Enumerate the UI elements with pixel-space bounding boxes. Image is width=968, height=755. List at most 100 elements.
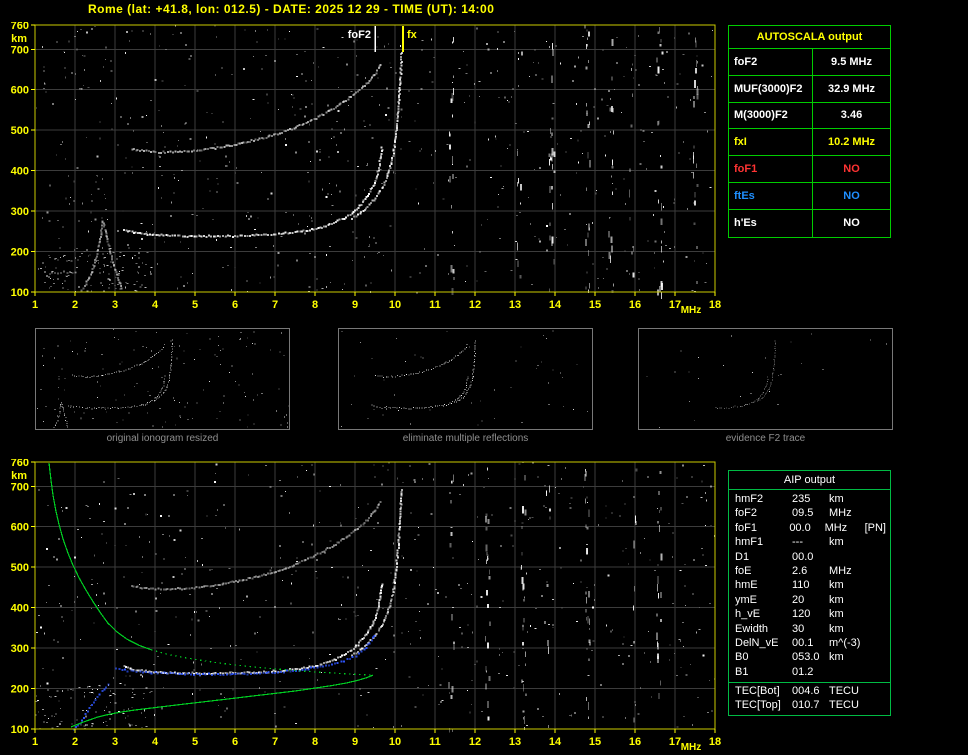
parameter-value: 32.9 MHz bbox=[827, 82, 876, 95]
parameter-label: fxI bbox=[729, 129, 813, 156]
aip-row: foF1 00.0 MHz [PN] bbox=[729, 521, 890, 535]
svg-text:12: 12 bbox=[469, 299, 481, 311]
svg-text:9: 9 bbox=[352, 299, 358, 311]
aip-parameter-label: B0 bbox=[735, 651, 749, 664]
autoscala-row: ftEs NO bbox=[729, 182, 890, 210]
svg-text:MHz: MHz bbox=[681, 742, 702, 753]
svg-text:300: 300 bbox=[11, 206, 29, 218]
svg-text:1: 1 bbox=[32, 736, 38, 748]
parameter-label: h'Es bbox=[729, 209, 813, 237]
parameter-label: foF2 bbox=[729, 49, 813, 75]
svg-text:18: 18 bbox=[709, 736, 721, 748]
svg-text:5: 5 bbox=[192, 299, 198, 311]
svg-text:3: 3 bbox=[112, 299, 118, 311]
parameter-label: foF1 bbox=[729, 156, 813, 182]
trace-series-5 bbox=[48, 462, 152, 651]
aip-parameter-extra bbox=[871, 698, 890, 712]
svg-text:200: 200 bbox=[11, 684, 29, 696]
aip-parameter-label: B1 bbox=[735, 665, 749, 678]
autoscala-row: fxI 10.2 MHz bbox=[729, 129, 890, 157]
aip-row: hmE 110 km bbox=[729, 578, 890, 592]
thumbnail-eliminate-canvas bbox=[341, 330, 589, 427]
thumbnail-caption-eliminate: eliminate multiple reflections bbox=[402, 433, 529, 444]
aip-row: hmF1 --- km bbox=[729, 535, 890, 549]
aip-parameter-label: hmF1 bbox=[735, 536, 764, 549]
aip-parameter-unit bbox=[829, 665, 871, 679]
trace-series-7 bbox=[70, 674, 374, 728]
aip-parameter-unit: km bbox=[829, 622, 844, 635]
autoscala-row: M(3000)F2 3.46 bbox=[729, 102, 890, 130]
autoscala-rows: foF2 9.5 MHz MUF(3000)F2 32.9 MHz M(3000)F2 3… bbox=[729, 49, 890, 237]
svg-text:10: 10 bbox=[389, 299, 401, 311]
aip-parameter-value: 120 bbox=[792, 608, 811, 621]
svg-text:8: 8 bbox=[312, 736, 318, 748]
svg-text:foF2: foF2 bbox=[348, 29, 371, 41]
svg-text:8: 8 bbox=[312, 299, 318, 311]
svg-text:700: 700 bbox=[11, 481, 29, 493]
aip-output-panel: AIP output hmF2 235 km foF2 09.5 MHz foF1 00.0 M… bbox=[728, 470, 891, 716]
svg-text:100: 100 bbox=[11, 724, 29, 736]
aip-parameter-extra bbox=[871, 593, 890, 607]
thumbnail-caption-original: original ionogram resized bbox=[106, 433, 219, 444]
parameter-value: 3.46 bbox=[840, 109, 863, 122]
svg-text:3: 3 bbox=[112, 736, 118, 748]
aip-parameter-unit: km bbox=[829, 536, 844, 549]
aip-parameter-value: 2.6 bbox=[792, 564, 808, 577]
aip-parameter-value: 010.7 bbox=[792, 699, 820, 712]
aip-parameter-extra bbox=[871, 650, 890, 664]
aip-parameter-label: hmE bbox=[735, 579, 758, 592]
aip-parameter-extra bbox=[871, 492, 890, 506]
parameter-value: NO bbox=[843, 163, 860, 176]
svg-text:11: 11 bbox=[429, 299, 441, 311]
aip-parameter-label: Ewidth bbox=[735, 622, 769, 635]
aip-row: foF2 09.5 MHz bbox=[729, 506, 890, 520]
trace-series-4 bbox=[51, 270, 77, 275]
aip-parameter-value: 00.1 bbox=[792, 636, 814, 649]
svg-text:2: 2 bbox=[72, 736, 78, 748]
aip-parameter-extra bbox=[871, 665, 890, 679]
svg-text:11: 11 bbox=[429, 736, 441, 748]
svg-text:13: 13 bbox=[509, 736, 521, 748]
aip-parameter-unit: km bbox=[829, 493, 844, 505]
trace-series-3 bbox=[80, 220, 123, 292]
aip-parameter-extra bbox=[871, 506, 890, 520]
svg-text:200: 200 bbox=[11, 247, 29, 259]
svg-text:km: km bbox=[11, 33, 27, 45]
aip-row: TEC[Bot] 004.6 TECU bbox=[729, 684, 890, 698]
parameter-value: 9.5 MHz bbox=[831, 55, 872, 68]
parameter-value: 10.2 MHz bbox=[827, 136, 876, 149]
trace-series-3 bbox=[115, 635, 376, 677]
aip-parameter-label: DelN_vE bbox=[735, 636, 779, 649]
svg-text:2: 2 bbox=[72, 299, 78, 311]
aip-row: TEC[Top] 010.7 TECU bbox=[729, 698, 890, 712]
aip-parameter-extra bbox=[871, 622, 890, 636]
background-noise bbox=[35, 25, 713, 299]
parameter-label: MUF(3000)F2 bbox=[729, 75, 813, 102]
svg-text:7: 7 bbox=[272, 299, 278, 311]
grid-lines bbox=[35, 25, 715, 292]
aip-parameter-extra bbox=[871, 535, 890, 549]
trace-series-2 bbox=[131, 500, 382, 591]
aip-row: B0 053.0 km bbox=[729, 650, 890, 664]
grid-lines bbox=[35, 462, 715, 729]
thumbnail-eliminate-reflections bbox=[338, 328, 593, 430]
aip-parameter-extra bbox=[871, 564, 890, 578]
aip-parameter-unit: TECU bbox=[829, 685, 859, 698]
thumbnail-evidence-f2 bbox=[638, 328, 893, 430]
parameter-label: ftEs bbox=[729, 182, 813, 209]
aip-parameter-value: --- bbox=[792, 536, 803, 549]
trace-series-0 bbox=[123, 146, 384, 238]
aip-row: foE 2.6 MHz bbox=[729, 564, 890, 578]
aip-parameter-value: 01.2 bbox=[792, 665, 814, 678]
aip-parameter-value: 235 bbox=[792, 493, 811, 505]
svg-text:600: 600 bbox=[11, 522, 29, 534]
svg-text:400: 400 bbox=[11, 603, 29, 615]
svg-text:18: 18 bbox=[709, 299, 721, 311]
aip-parameter-label: TEC[Bot] bbox=[735, 685, 780, 698]
svg-text:6: 6 bbox=[232, 736, 238, 748]
aip-parameter-value: 053.0 bbox=[792, 651, 820, 664]
aip-parameter-label: h_vE bbox=[735, 608, 761, 621]
autoscala-row: h'Es NO bbox=[729, 209, 890, 237]
aip-parameter-unit: MHz bbox=[824, 521, 848, 534]
aip-parameter-label: TEC[Top] bbox=[735, 699, 781, 712]
